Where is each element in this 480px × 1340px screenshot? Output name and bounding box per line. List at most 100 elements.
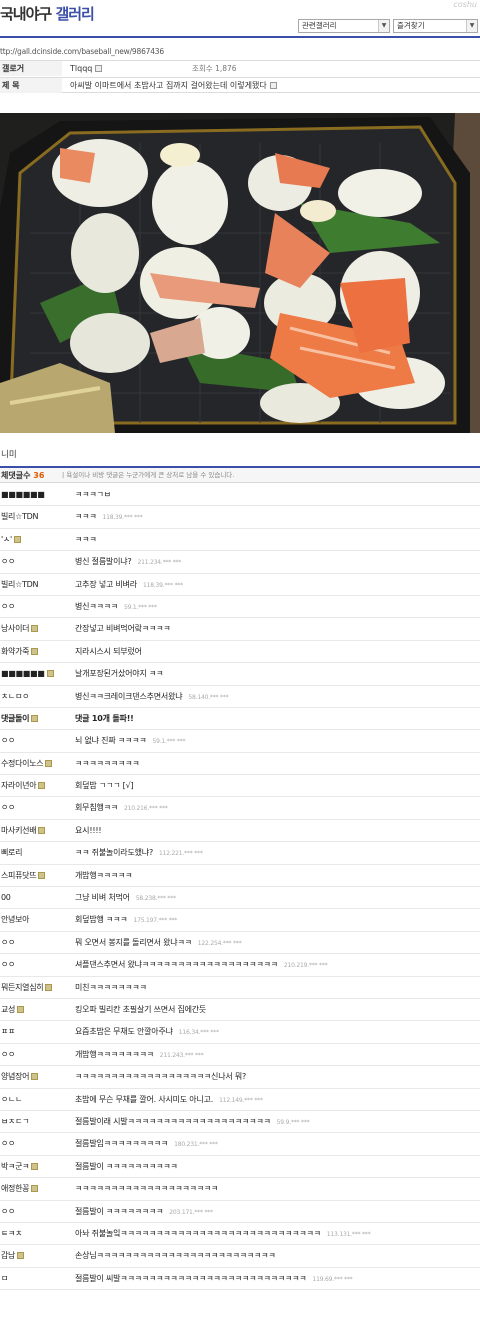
comment-nick[interactable]: 스피퓨닷뜨 [1,865,46,886]
comment-nick-text[interactable]: ㅌㅋㅊ [1,1229,22,1238]
comment-nick[interactable]: ㅇㅇ [1,1044,15,1065]
comment-nick[interactable]: 댓글돌이 [1,708,39,729]
comment-nick[interactable]: 교성 [1,999,25,1020]
writer-value[interactable]: Tlqqq 조회수 1,876 [70,61,237,76]
comment-nick-text[interactable]: 수정다이노스 [1,759,44,768]
comment-nick-text[interactable]: ㅇㅇ [1,1139,15,1148]
subject-label: 제 목 [0,78,62,93]
comment-nick-text[interactable]: 낭사이더 [1,624,30,633]
comment-nick[interactable]: ㅇㅇ [1,551,15,572]
gallog-icon[interactable] [31,625,39,633]
comment-nick-text[interactable]: 빌리☆TDN [1,512,38,521]
comment-nick-text[interactable]: ■■■■■■ [1,490,45,499]
gallog-icon[interactable] [31,1162,39,1170]
comment-nick-text[interactable]: ㅊㄴㅁㅇ [1,692,30,701]
gallog-icon[interactable] [38,826,46,834]
comment-nick-text[interactable]: ㅇㅇ [1,1050,15,1059]
gallog-icon[interactable] [38,871,46,879]
comment-nick[interactable]: ㅁ [1,1268,8,1289]
comment-nick-text[interactable]: 뭐든지열심히 [1,983,44,992]
writer-nick[interactable]: Tlqqq [70,64,92,73]
comment-nick-text[interactable]: 댓글돌이 [1,714,30,723]
comment-nick-text[interactable]: ㅇㄴㄴ [1,1095,22,1104]
gallog-icon[interactable] [45,759,53,767]
comment-nick-text[interactable]: ㅁ [1,1274,8,1283]
comment-nick[interactable]: 애정한꽁 [1,1178,39,1199]
gallog-icon[interactable] [45,983,53,991]
comment-nick-text[interactable]: ㅇㅇ [1,1207,15,1216]
comment-nick[interactable]: ■■■■■■ [1,663,54,684]
comment-body: 날개포장된거샀어야지 ㅋㅋ [75,669,164,679]
related-gallery-select[interactable]: 관련갤러리 ▼ [298,19,390,33]
comment-row: ㅇㅇ 병신ㅋㅋㅋㅋ 59.1.*** *** [0,596,480,619]
comment-nick-text[interactable]: 갑남 [1,1251,15,1260]
comment-nick[interactable]: 안녕보아 [1,909,30,930]
gallog-icon[interactable] [17,1252,25,1260]
comment-nick-text[interactable]: ㅇㅇ [1,938,15,947]
comment-nick[interactable]: 'ㅅ' [1,529,21,550]
comment-nick[interactable]: 마사키선배 [1,820,46,841]
comment-nick[interactable]: ㅇㅇ [1,1133,15,1154]
comment-nick-text[interactable]: 애정한꽁 [1,1184,30,1193]
comment-nick[interactable]: ㅇㄴㄴ [1,1089,22,1110]
comment-nick-text[interactable]: 00 [1,893,11,902]
comment-nick[interactable]: ㅇㅇ [1,932,15,953]
comment-nick[interactable]: 00 [1,887,11,908]
gallog-icon[interactable] [38,782,46,790]
gallog-icon[interactable] [31,714,39,722]
gallog-icon[interactable] [31,647,39,655]
comment-nick-text[interactable]: 안녕보아 [1,915,30,924]
comment-nick-text[interactable]: 화약가죽 [1,647,30,656]
comment-nick[interactable]: 삐로리 [1,842,22,863]
comment-nick[interactable]: 빌리☆TDN [1,506,38,527]
comment-nick[interactable]: ㅇㅇ [1,797,15,818]
comment-nick-text[interactable]: 자라이년아 [1,781,37,790]
comment-nick-text[interactable]: 교성 [1,1005,15,1014]
comment-nick-text[interactable]: ㅇㅇ [1,803,15,812]
comment-nick[interactable]: 자라이년아 [1,775,46,796]
comment-nick-text[interactable]: 스피퓨닷뜨 [1,871,37,880]
comment-nick[interactable]: ㅌㅋㅊ [1,1223,22,1244]
gallog-icon[interactable] [17,1005,25,1013]
comment-nick-text[interactable]: 삐로리 [1,848,22,857]
comment-nick-text[interactable]: ㅇㅇ [1,960,15,969]
comment-nick[interactable]: 화약가죽 [1,641,39,662]
comment-nick-text[interactable]: ㅇㅇ [1,736,15,745]
comment-nick-text[interactable]: ㅇㅇ [1,557,15,566]
comment-nick[interactable]: 수정다이노스 [1,753,53,774]
comment-nick-text[interactable]: 마사키선배 [1,826,37,835]
comment-nick-text[interactable]: 'ㅅ' [1,535,12,544]
gallery-title[interactable]: 국내야구 갤러리 [0,3,95,24]
post-url[interactable]: ttp://gall.dcinside.com/baseball_new/986… [0,47,164,56]
comment-ip: 210.216.*** *** [123,805,168,813]
gallog-icon[interactable] [46,670,54,678]
comment-nick[interactable]: 뭐든지열심히 [1,977,53,998]
comment-nick[interactable]: ㅊㄴㅁㅇ [1,686,30,707]
comment-nick-text[interactable]: ■■■■■■ [1,669,45,678]
comment-nick-text[interactable]: 빌리☆TDN [1,580,38,589]
comment-nick[interactable]: 양념장어 [1,1066,39,1087]
comment-nick-text[interactable]: 박ㅋ군ㅋ [1,1162,30,1171]
comment-nick[interactable]: 낭사이더 [1,618,39,639]
comment-nick[interactable]: ㅇㅇ [1,954,15,975]
comment-nick[interactable]: ㅇㅇ [1,1201,15,1222]
comment-nick-text[interactable]: ㅍㅍ [1,1027,15,1036]
comment-nick[interactable]: 박ㅋ군ㅋ [1,1156,39,1177]
gallog-icon[interactable] [13,535,21,543]
comment-nick[interactable]: ㅂㅈㄷㄱ [1,1111,30,1132]
gallog-icon[interactable] [31,1073,39,1081]
comment-nick[interactable]: ■■■■■■ [1,484,45,505]
comment-nick-text[interactable]: ㅂㅈㄷㄱ [1,1117,30,1126]
comment-nick[interactable]: ㅍㅍ [1,1021,15,1042]
comment-nick-text[interactable]: ㅇㅇ [1,602,15,611]
gallog-icon[interactable] [31,1185,39,1193]
gallog-icon[interactable] [95,65,103,72]
comment-nick[interactable]: 갑남 [1,1245,25,1266]
comment-nick-text[interactable]: 양념장어 [1,1072,30,1081]
favorites-select[interactable]: 즐겨찾기 ▼ [393,19,478,33]
comment-nick[interactable]: ㅇㅇ [1,730,15,751]
comment-row: ㅇㄴㄴ 초밥에 무슨 무채를 깔어. 사시미도 아니고. 112.149.*** *… [0,1089,480,1111]
comment-nick[interactable]: 빌리☆TDN [1,574,38,595]
writer-label: 갤로거 [0,61,62,76]
comment-nick[interactable]: ㅇㅇ [1,596,15,617]
